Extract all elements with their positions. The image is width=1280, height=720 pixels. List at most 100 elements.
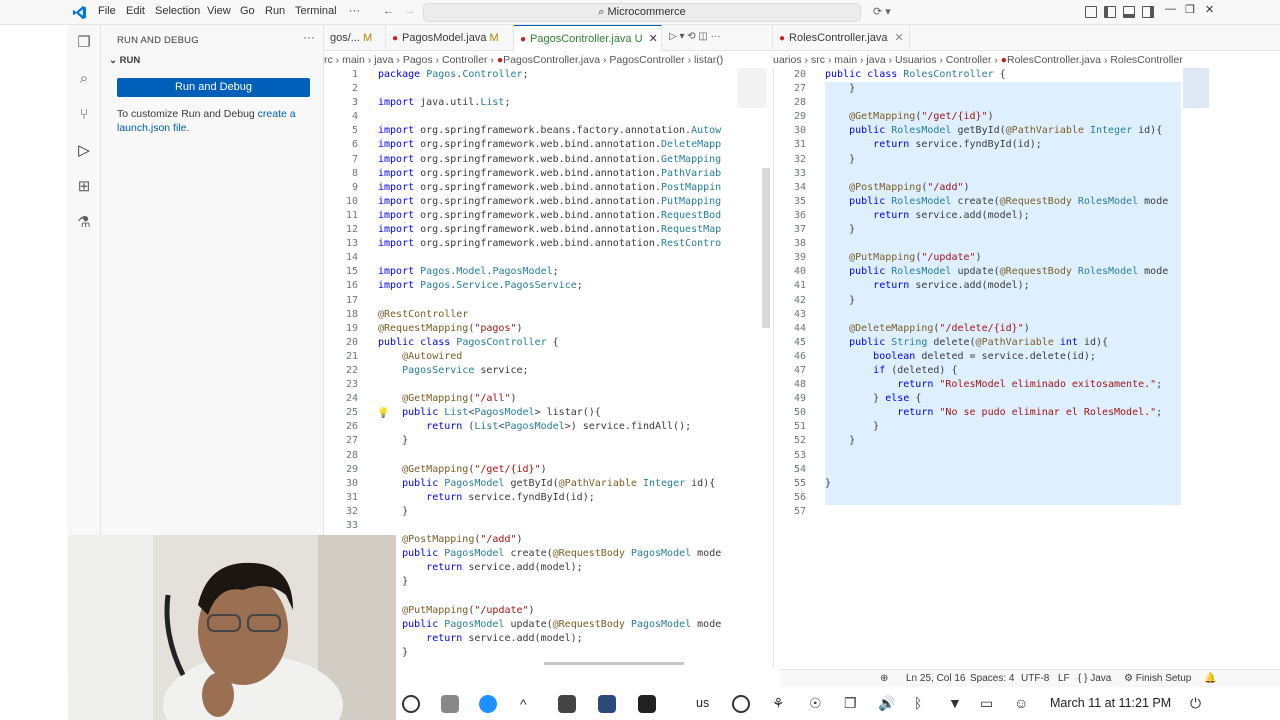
- code-line[interactable]: @PostMapping("/add"): [378, 533, 734, 547]
- horizontal-scrollbar[interactable]: [544, 662, 684, 665]
- menu-terminal[interactable]: Terminal: [295, 5, 337, 17]
- code-line[interactable]: return service.fyndById(id);: [378, 491, 734, 505]
- code-line[interactable]: }: [825, 223, 1181, 238]
- code-line[interactable]: }: [825, 152, 1181, 167]
- chevron-up-icon[interactable]: ^: [520, 695, 538, 713]
- tray-app-icon[interactable]: [732, 695, 750, 713]
- testing-icon[interactable]: ⚗: [76, 215, 92, 231]
- breadcrumb-item[interactable]: src: [811, 54, 825, 66]
- code-line[interactable]: import org.springframework.web.bind.anno…: [378, 138, 734, 152]
- code-line[interactable]: @PutMapping("/update"): [825, 251, 1181, 266]
- code-line[interactable]: [825, 307, 1181, 322]
- breadcrumb-item[interactable]: RolesController.java: [1007, 54, 1101, 66]
- tray-app-icon[interactable]: [598, 695, 616, 713]
- indentation[interactable]: Spaces: 4: [970, 673, 1014, 684]
- code-line[interactable]: }: [378, 434, 734, 448]
- code-line[interactable]: [378, 519, 734, 533]
- code-line[interactable]: [378, 251, 734, 265]
- code-line[interactable]: }: [378, 575, 734, 589]
- minimap[interactable]: [1183, 68, 1209, 108]
- breadcrumb-item[interactable]: Controller: [442, 54, 488, 66]
- breadcrumb-item[interactable]: PagosController: [609, 54, 684, 66]
- code-line[interactable]: public RolesModel create(@RequestBody Ro…: [825, 194, 1181, 209]
- breadcrumb-item[interactable]: rc: [324, 54, 333, 66]
- menu-view[interactable]: View: [207, 5, 231, 17]
- code-line[interactable]: public RolesModel getById(@PathVariable …: [825, 124, 1181, 139]
- browser-app-icon[interactable]: [479, 695, 497, 713]
- code-line[interactable]: import Pagos.Service.PagosService;: [378, 279, 734, 293]
- more-actions-icon[interactable]: ···: [303, 30, 315, 44]
- breadcrumb-item[interactable]: RolesController: [1110, 54, 1182, 66]
- tray-app-icon[interactable]: [558, 695, 576, 713]
- code-line[interactable]: [378, 449, 734, 463]
- breadcrumb-item[interactable]: uarios: [773, 54, 802, 66]
- tab-pagos-truncated[interactable]: gos/... M: [324, 25, 386, 51]
- minimap[interactable]: [737, 68, 767, 108]
- encoding[interactable]: UTF-8: [1021, 673, 1049, 684]
- breadcrumb-item[interactable]: Pagos: [403, 54, 433, 66]
- toggle-panel-icon[interactable]: [1123, 6, 1135, 18]
- code-line[interactable]: return (List<PagosModel>) service.findAl…: [378, 420, 734, 434]
- close-tab-icon[interactable]: ✕: [895, 32, 904, 44]
- code-line[interactable]: [825, 166, 1181, 181]
- code-line[interactable]: import org.springframework.beans.factory…: [378, 124, 734, 138]
- code-line[interactable]: return service.add(model);: [378, 632, 734, 646]
- code-line[interactable]: return service.fyndById(id);: [825, 138, 1181, 153]
- back-arrow-icon[interactable]: ←: [383, 5, 394, 17]
- code-line[interactable]: import org.springframework.web.bind.anno…: [378, 223, 734, 237]
- menu-edit[interactable]: Edit: [126, 5, 145, 17]
- code-line[interactable]: import org.springframework.web.bind.anno…: [378, 167, 734, 181]
- code-line[interactable]: public RolesModel update(@RequestBody Ro…: [825, 265, 1181, 280]
- language-mode[interactable]: { } Java: [1078, 673, 1111, 684]
- forward-arrow-icon[interactable]: →: [404, 5, 415, 17]
- copilot-icon[interactable]: ⟳ ▾: [873, 5, 891, 18]
- lightbulb-icon[interactable]: 💡: [377, 408, 389, 419]
- breadcrumb-item[interactable]: main: [342, 54, 365, 66]
- code-line[interactable]: @Autowired: [378, 350, 734, 364]
- code-line[interactable]: [378, 294, 734, 308]
- code-line[interactable]: return "No se pudo eliminar el RolesMode…: [825, 406, 1181, 421]
- code-line[interactable]: import org.springframework.web.bind.anno…: [378, 153, 734, 167]
- search-icon[interactable]: ⌕: [76, 71, 92, 87]
- battery-icon[interactable]: ▭: [980, 695, 998, 713]
- code-line[interactable]: @DeleteMapping("/delete/{id}"): [825, 321, 1181, 336]
- tray-app-icon[interactable]: [638, 695, 656, 713]
- code-line[interactable]: }: [378, 505, 734, 519]
- zoom-icon[interactable]: ⊕: [880, 673, 888, 684]
- volume-icon[interactable]: 🔊: [878, 695, 896, 713]
- account-icon[interactable]: ☺: [1014, 695, 1032, 713]
- code-line[interactable]: if (deleted) {: [825, 363, 1181, 379]
- finish-setup-button[interactable]: ⚙ Finish Setup: [1124, 673, 1191, 684]
- code-line[interactable]: }: [378, 646, 734, 660]
- code-line[interactable]: public PagosModel create(@RequestBody Pa…: [378, 547, 734, 561]
- menu-go[interactable]: Go: [240, 5, 255, 17]
- breadcrumb-item[interactable]: java: [866, 54, 885, 66]
- power-icon[interactable]: ⏻: [1190, 695, 1208, 713]
- code-line[interactable]: import org.springframework.web.bind.anno…: [378, 209, 734, 223]
- code-line[interactable]: @PostMapping("/add"): [825, 180, 1181, 195]
- code-line[interactable]: } else {: [825, 392, 1181, 407]
- run-and-debug-button[interactable]: Run and Debug: [117, 78, 310, 97]
- breadcrumb-item[interactable]: Usuarios: [895, 54, 936, 66]
- tab-rolescontroller[interactable]: ● RolesController.java ✕: [772, 25, 910, 51]
- code-line[interactable]: public class PagosController {: [378, 336, 734, 350]
- breadcrumb-item[interactable]: PagosController.java: [503, 54, 600, 66]
- code-line[interactable]: [825, 462, 1181, 477]
- code-line[interactable]: [825, 96, 1181, 111]
- code-line[interactable]: return service.add(model);: [825, 279, 1181, 294]
- settings-app-icon[interactable]: [441, 695, 459, 713]
- code-content[interactable]: package Pagos.Controller; import java.ut…: [378, 68, 734, 660]
- code-line[interactable]: @RestController: [378, 308, 734, 322]
- code-line[interactable]: [825, 448, 1181, 463]
- code-line[interactable]: public PagosModel update(@RequestBody Pa…: [378, 618, 734, 632]
- code-line[interactable]: @GetMapping("/get/{id}"): [825, 110, 1181, 125]
- code-line[interactable]: [378, 378, 734, 392]
- accessibility-icon[interactable]: ☉: [809, 695, 827, 713]
- command-center-search[interactable]: ⌕ Microcommerce: [423, 3, 861, 22]
- code-line[interactable]: }: [825, 82, 1181, 97]
- editor-rolescontroller[interactable]: 20 27 28 29 30 31 32 33 34 35 36 37 38 39 40 41 42 43 44 45…: [773, 68, 1219, 668]
- maximize-icon[interactable]: ❐: [1185, 3, 1195, 16]
- code-line[interactable]: @PutMapping("/update"): [378, 604, 734, 618]
- layout-icon[interactable]: [1085, 6, 1097, 18]
- tray-app-icon[interactable]: ⚘: [772, 695, 790, 713]
